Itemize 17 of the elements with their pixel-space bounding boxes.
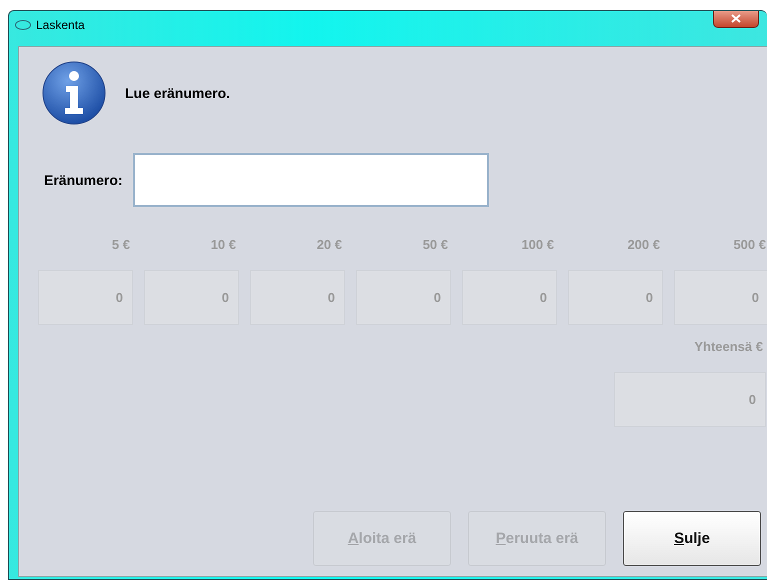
dialog-button[interactable]: Sulje [623, 511, 761, 566]
total-label: Yhteensä € [694, 339, 764, 354]
denomination-label: 5 € [110, 237, 131, 252]
field-label: Eränumero: [44, 172, 123, 188]
close-button[interactable] [713, 11, 759, 28]
message-text: Lue eränumero. [125, 85, 230, 101]
close-icon [731, 14, 741, 23]
denomination-label: 50 € [422, 237, 449, 252]
denomination-label: 20 € [316, 237, 343, 252]
batch-number-field[interactable] [132, 153, 489, 207]
app-logo-icon [15, 20, 31, 30]
denomination-label: 200 € [626, 237, 661, 252]
denomination-label: 500 € [732, 237, 767, 252]
info-icon [42, 61, 106, 125]
window-title: Laskenta [36, 18, 85, 32]
denomination-label: 100 € [520, 237, 555, 252]
denomination-label: 10 € [210, 237, 237, 252]
